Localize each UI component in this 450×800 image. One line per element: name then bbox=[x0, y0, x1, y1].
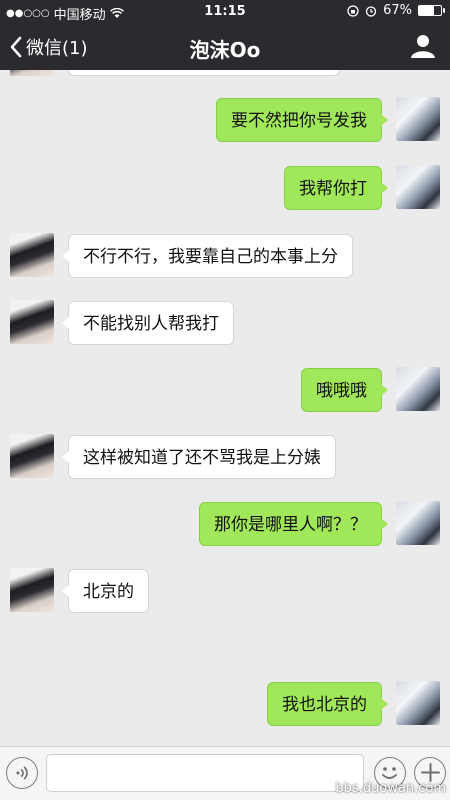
message-bubble[interactable]: 我也北京的 bbox=[267, 682, 388, 726]
message-bubble[interactable]: 要不然把你号发我 bbox=[216, 98, 388, 142]
message-row: 那你是哪里人啊？？ bbox=[0, 501, 450, 547]
my-avatar[interactable] bbox=[396, 165, 440, 209]
message-row: 不能找别人帮我打 bbox=[0, 300, 450, 346]
rotation-lock-icon bbox=[347, 4, 359, 17]
contact-avatar[interactable] bbox=[10, 70, 54, 76]
my-avatar[interactable] bbox=[396, 501, 440, 545]
battery-percent: 67% bbox=[383, 3, 412, 18]
message-row: 我也北京的 bbox=[0, 681, 450, 727]
battery-icon bbox=[418, 5, 445, 16]
profile-icon[interactable] bbox=[410, 33, 436, 59]
message-bubble[interactable]: 我帮你打 bbox=[284, 166, 388, 210]
voice-icon bbox=[16, 766, 28, 780]
nav-bar: 微信(1) 泡沫Oo bbox=[0, 24, 450, 70]
message-bubble[interactable]: 不能找别人帮我打 bbox=[62, 301, 234, 345]
contact-avatar[interactable] bbox=[10, 300, 54, 344]
message-row: 不行不行，我要靠自己的本事上分 bbox=[0, 233, 450, 279]
message-bubble[interactable]: 北京的 bbox=[62, 569, 149, 613]
message-input[interactable] bbox=[46, 754, 364, 792]
partial-previous-message bbox=[0, 70, 450, 76]
contact-avatar[interactable] bbox=[10, 434, 54, 478]
message-bubble[interactable]: 不行不行，我要靠自己的本事上分 bbox=[62, 234, 353, 278]
message-row: 要不然把你号发我 bbox=[0, 97, 450, 143]
battery-level bbox=[419, 6, 434, 15]
alarm-icon bbox=[365, 5, 377, 17]
watermark: bbs.duowan.com bbox=[335, 781, 446, 796]
input-bar: bbs.duowan.com bbox=[0, 746, 450, 800]
my-avatar[interactable] bbox=[396, 681, 440, 725]
message-row: 北京的 bbox=[0, 568, 450, 614]
message-bubble[interactable]: 这样被知道了还不骂我是上分婊 bbox=[62, 435, 336, 479]
voice-input-button[interactable] bbox=[6, 757, 38, 789]
message-row: 哦哦哦 bbox=[0, 367, 450, 413]
message-row: 这样被知道了还不骂我是上分婊 bbox=[0, 434, 450, 480]
message-bubble[interactable]: 哦哦哦 bbox=[301, 368, 388, 412]
chat-area[interactable]: 要不然把你号发我 我帮你打 不行不行，我要靠自己的本事上分 不能找别人帮我打 哦… bbox=[0, 70, 450, 746]
status-bar: ●●○○○ 中国移动 11:15 67% bbox=[0, 0, 450, 24]
contact-avatar[interactable] bbox=[10, 568, 54, 612]
message-bubble[interactable]: 那你是哪里人啊？？ bbox=[199, 502, 388, 546]
chat-title: 泡沫Oo bbox=[189, 38, 261, 62]
message-row: 我帮你打 bbox=[0, 165, 450, 211]
my-avatar[interactable] bbox=[396, 367, 440, 411]
contact-avatar[interactable] bbox=[10, 233, 54, 277]
my-avatar[interactable] bbox=[396, 97, 440, 141]
message-bubble-partial bbox=[68, 70, 340, 76]
